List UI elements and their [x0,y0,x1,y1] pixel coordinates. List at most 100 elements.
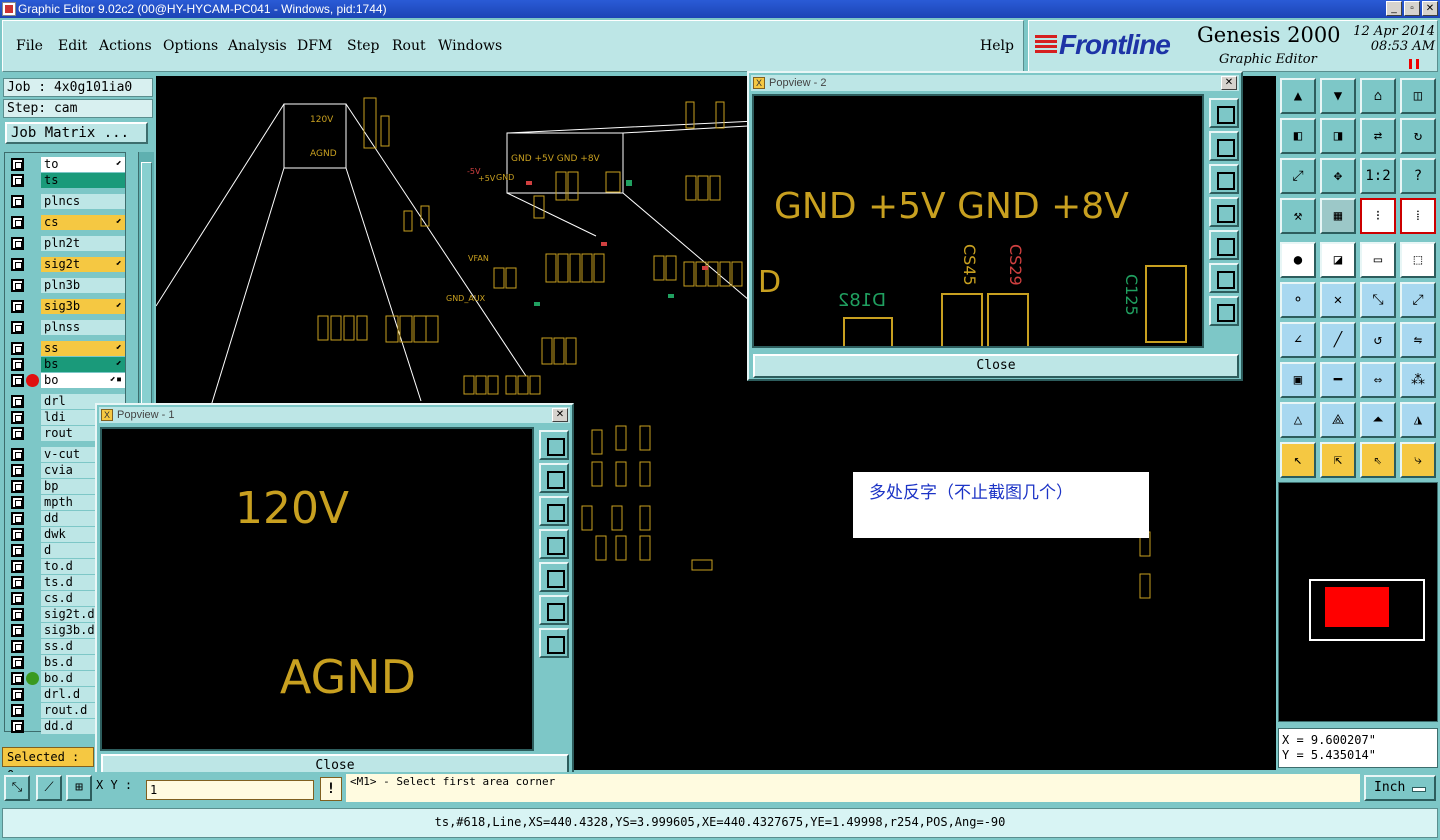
layer-affected-icon[interactable]: ⬋ [116,342,122,353]
triangle-bar-icon[interactable]: ⏶ [1360,402,1396,438]
menu-edit[interactable]: Edit [58,38,87,54]
xy-input[interactable]: 1 [146,780,314,800]
close-window-button[interactable]: ✕ [1422,1,1438,16]
layer-row-bo[interactable]: bo ⬋▪ [9,373,125,388]
pv1-pan-right-icon[interactable] [539,562,569,592]
layer-name[interactable]: to [41,157,125,172]
layer-name[interactable]: ss [41,341,125,356]
ratio-button[interactable]: 1:2 [1360,158,1396,194]
layer-checkbox[interactable] [11,496,24,509]
angle-icon[interactable]: ∠ [1280,322,1316,358]
help-icon[interactable]: ? [1400,158,1436,194]
menu-actions[interactable]: Actions [99,38,152,54]
window-split-icon[interactable]: ◫ [1400,78,1436,114]
pv1-zoom-out-icon[interactable] [539,628,569,658]
layer-affected-icon[interactable]: ⬋ [116,358,122,369]
component-icon[interactable]: ⁝ [1360,198,1396,234]
layer-checkbox[interactable] [11,427,24,440]
home-icon[interactable]: ⌂ [1360,78,1396,114]
layer-name[interactable]: plncs [41,194,125,209]
layer-checkbox[interactable] [11,158,24,171]
menu-step[interactable]: Step [347,38,379,54]
menu-options[interactable]: Options [163,38,218,54]
menu-analysis[interactable]: Analysis [228,38,287,54]
layer-checkbox[interactable] [11,512,24,525]
layer-name[interactable]: bs [41,357,125,372]
pv1-pan-down-icon[interactable] [539,496,569,526]
layer-checkbox[interactable] [11,321,24,334]
layer-checkbox[interactable] [11,342,24,355]
layer-checkbox[interactable] [11,672,24,685]
pv2-pan-up-icon[interactable] [1209,131,1239,161]
minimize-button[interactable]: _ [1386,1,1402,16]
layer-row-to[interactable]: to ⬋ [9,157,125,172]
move-left-icon[interactable]: ◧ [1280,118,1316,154]
popview-2-close-x[interactable]: ✕ [1221,76,1237,90]
zoom-center-icon[interactable]: ✥ [1320,158,1356,194]
layer-row-cs[interactable]: cs ⬋ [9,215,125,230]
layer-checkbox[interactable] [11,279,24,292]
group-icon[interactable]: ⁂ [1400,362,1436,398]
popview-2-close-button[interactable]: Close [753,354,1239,378]
menu-help[interactable]: Help [980,38,1014,54]
pointer-frame-icon[interactable]: ⇖ [1360,442,1396,478]
pv2-zoom-icon[interactable] [1209,98,1239,128]
zoom-area-icon[interactable]: ⤡ [4,775,30,801]
menu-file[interactable]: File [16,38,43,54]
layer-checkbox[interactable] [11,544,24,557]
move-pad-icon[interactable]: ⤡ [1360,282,1396,318]
layer-checkbox[interactable] [11,656,24,669]
layer-checkbox[interactable] [11,720,24,733]
layer-name[interactable]: ts [41,173,125,188]
pv1-zoom-in-icon[interactable] [539,595,569,625]
pointer-box-icon[interactable]: ⇱ [1320,442,1356,478]
route-icon[interactable]: ⤷ [1400,442,1436,478]
layer-checkbox[interactable] [11,358,24,371]
popview-1-view[interactable]: 120V AGND [100,427,534,751]
pv1-pan-left-icon[interactable] [539,529,569,559]
layer-checkbox[interactable] [11,395,24,408]
layer-checkbox[interactable] [11,528,24,541]
layer-name[interactable]: sig3b [41,299,125,314]
layer-row-bs[interactable]: bs ⬋ [9,357,125,372]
overview-minimap[interactable] [1278,482,1438,722]
layer-name[interactable]: plnss [41,320,125,335]
layer-name[interactable]: pln2t [41,236,125,251]
select-area-icon[interactable]: ⬚ [1400,242,1436,278]
layer-down-icon[interactable]: ▼ [1320,78,1356,114]
layer-checkbox[interactable] [11,592,24,605]
layer-checkbox[interactable] [11,174,24,187]
tools-icon[interactable]: ⚒ [1280,198,1316,234]
layer-name[interactable]: cs [41,215,125,230]
layer-checkbox[interactable] [11,237,24,250]
menu-windows[interactable]: Windows [438,38,502,54]
layer-row-sig2t[interactable]: sig2t ⬋ [9,257,125,272]
layer-checkbox[interactable] [11,216,24,229]
layer-affected-icon[interactable]: ⬋ [116,300,122,311]
layer-affected-icon[interactable]: ⬋▪ [110,374,122,385]
layer-up-icon[interactable]: ▲ [1280,78,1316,114]
mirror-icon[interactable]: ⇋ [1400,322,1436,358]
layer-checkbox[interactable] [11,300,24,313]
pointer-icon[interactable]: ↖ [1280,442,1316,478]
grid-icon[interactable]: ▦ [1320,198,1356,234]
component-link-icon[interactable]: ⁞ [1400,198,1436,234]
layer-checkbox[interactable] [11,576,24,589]
swap-icon[interactable]: ⇄ [1360,118,1396,154]
popview-1-close-x[interactable]: ✕ [552,408,568,422]
measure-tool-icon[interactable]: ⟋ [36,775,62,801]
maximize-button[interactable]: ▫ [1404,1,1420,16]
layer-checkbox[interactable] [11,464,24,477]
pv2-pan-left-icon[interactable] [1209,197,1239,227]
layer-row-ts[interactable]: ts [9,173,125,188]
redraw-icon[interactable]: ↻ [1400,118,1436,154]
job-matrix-button[interactable]: Job Matrix ... [5,122,148,144]
pv2-zoom-out-icon[interactable] [1209,296,1239,326]
layer-affected-icon[interactable]: ⬋ [116,216,122,227]
measure-icon[interactable]: ⇔ [1360,362,1396,398]
layer-checkbox[interactable] [11,374,24,387]
pv1-pan-up-icon[interactable] [539,463,569,493]
pv2-pan-down-icon[interactable] [1209,164,1239,194]
menu-rout[interactable]: Rout [392,38,426,54]
pause-icon[interactable] [1409,59,1419,69]
